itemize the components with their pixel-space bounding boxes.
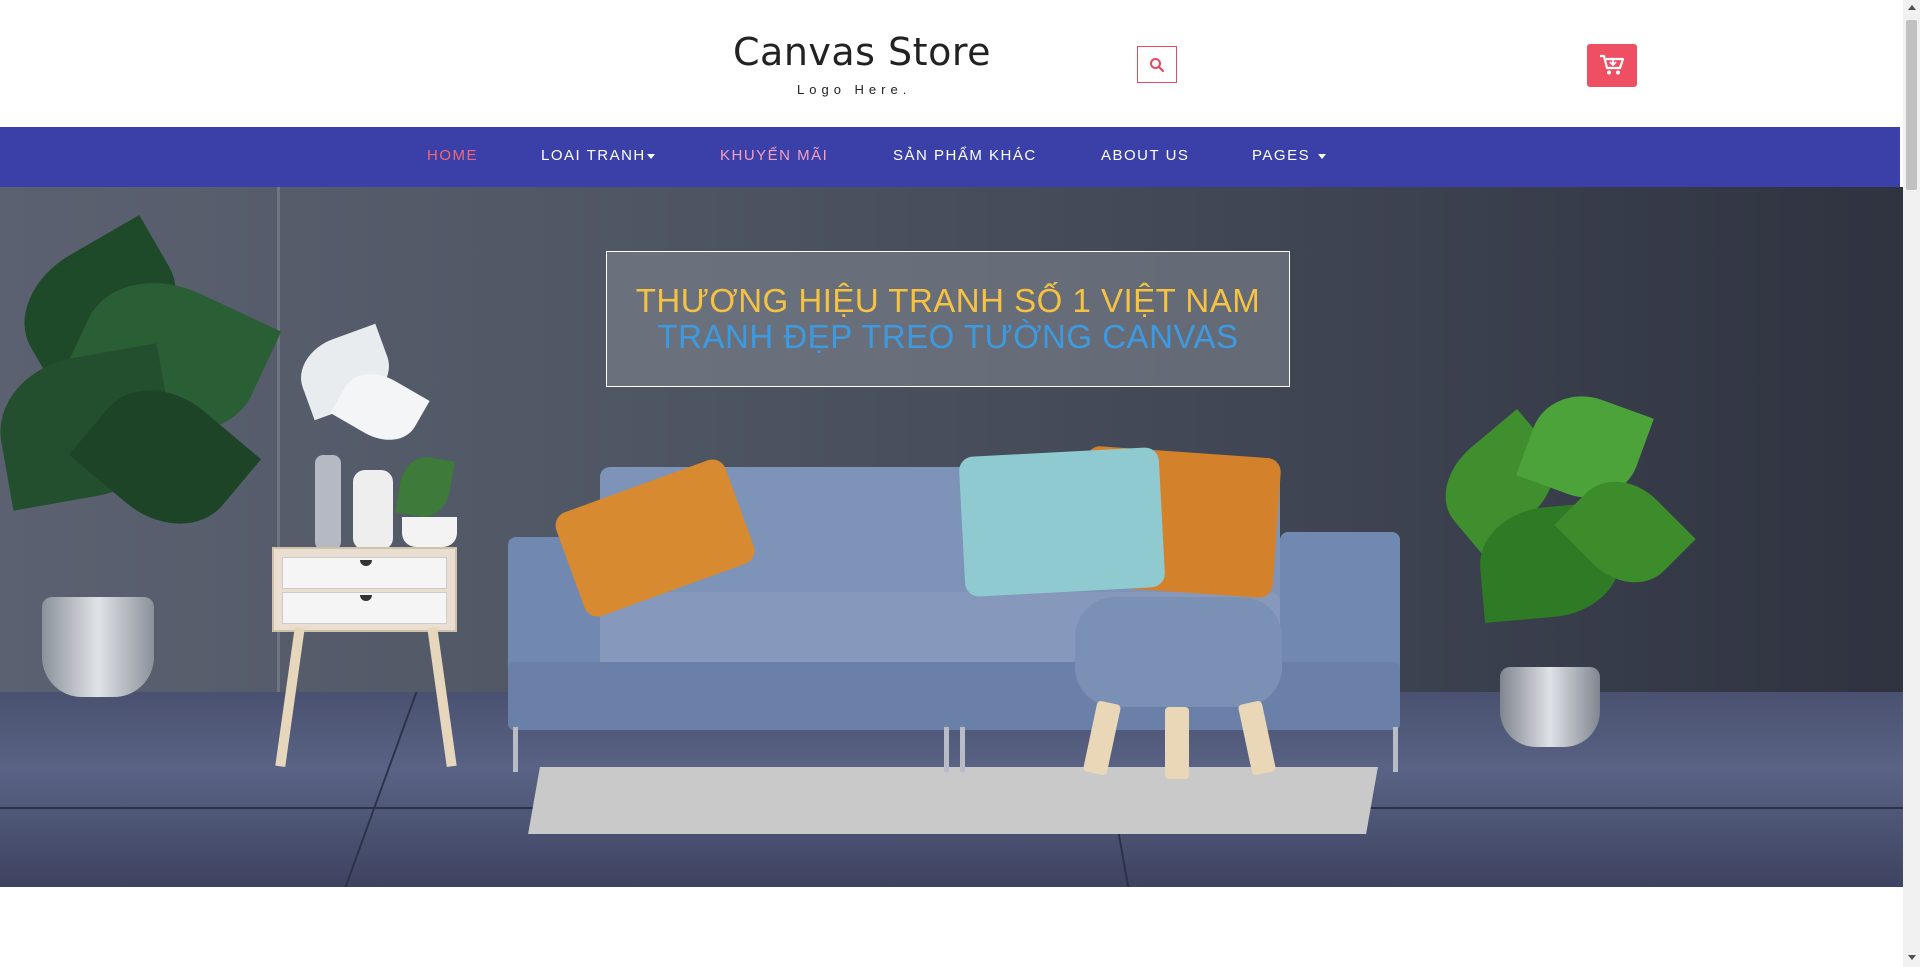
nav-home-label: HOME bbox=[427, 147, 478, 164]
main-nav: HOME LOAI TRANH KHUYẾN MÃI SẢN PHẨM KHÁC… bbox=[0, 127, 1900, 187]
vase bbox=[353, 470, 393, 550]
pillow bbox=[958, 446, 1166, 598]
plant-pot bbox=[1500, 667, 1600, 747]
nav-khuyen-mai-label: KHUYẾN MÃI bbox=[720, 147, 829, 164]
hero-subheadline: TRANH ĐẸP TREO TƯỜNG CANVAS bbox=[657, 318, 1239, 355]
scroll-down-icon[interactable] bbox=[1908, 955, 1916, 960]
scroll-thumb[interactable] bbox=[1906, 20, 1917, 190]
sofa-leg bbox=[944, 727, 949, 772]
plant-pot bbox=[42, 597, 154, 697]
site-header: Canvas Store Logo Here. bbox=[0, 0, 1900, 127]
vertical-scrollbar[interactable] bbox=[1903, 0, 1920, 967]
search-icon bbox=[1150, 58, 1165, 73]
logo-title[interactable]: Canvas Store bbox=[733, 30, 991, 74]
nav-home[interactable]: HOME bbox=[427, 147, 478, 164]
rug bbox=[528, 767, 1378, 834]
nav-san-pham-khac-label: SẢN PHẨM KHÁC bbox=[893, 147, 1037, 164]
drawer-knob bbox=[360, 560, 372, 566]
hero-headline: THƯƠNG HIỆU TRANH SỐ 1 VIỆT NAM bbox=[635, 282, 1261, 319]
drawer-knob bbox=[360, 595, 372, 601]
caret-down-icon bbox=[646, 153, 655, 159]
sofa-leg bbox=[1393, 727, 1398, 772]
nav-loai-tranh[interactable]: LOAI TRANH bbox=[541, 147, 655, 164]
nav-about-us[interactable]: ABOUT US bbox=[1101, 147, 1189, 164]
sofa-leg bbox=[960, 727, 965, 772]
logo-tagline: Logo Here. bbox=[797, 82, 912, 97]
content-area bbox=[0, 887, 1903, 967]
cart-icon bbox=[1600, 54, 1625, 75]
ottoman bbox=[1075, 597, 1282, 707]
small-pot bbox=[402, 517, 457, 547]
hero-text-box: THƯƠNG HIỆU TRANH SỐ 1 VIỆT NAM TRANH ĐẸ… bbox=[606, 251, 1290, 387]
scroll-up-icon[interactable] bbox=[1908, 5, 1916, 10]
cart-button[interactable] bbox=[1587, 44, 1637, 87]
hero-banner-image: THƯƠNG HIỆU TRANH SỐ 1 VIỆT NAM TRANH ĐẸ… bbox=[0, 187, 1903, 887]
drawer bbox=[282, 557, 447, 589]
drawer bbox=[282, 592, 447, 624]
nav-pages-label: PAGES bbox=[1252, 147, 1311, 164]
nav-pages[interactable]: PAGES bbox=[1252, 147, 1327, 164]
nav-loai-tranh-label: LOAI TRANH bbox=[541, 147, 646, 164]
nav-khuyen-mai[interactable]: KHUYẾN MÃI bbox=[720, 147, 828, 164]
search-button[interactable] bbox=[1137, 46, 1177, 83]
nav-san-pham-khac[interactable]: SẢN PHẨM KHÁC bbox=[893, 147, 1037, 164]
sofa-leg bbox=[513, 727, 518, 772]
caret-down-icon bbox=[1318, 153, 1327, 159]
nav-about-us-label: ABOUT US bbox=[1101, 147, 1190, 164]
ottoman-leg bbox=[1165, 707, 1189, 779]
succulent bbox=[395, 453, 455, 521]
bottle bbox=[315, 455, 341, 550]
